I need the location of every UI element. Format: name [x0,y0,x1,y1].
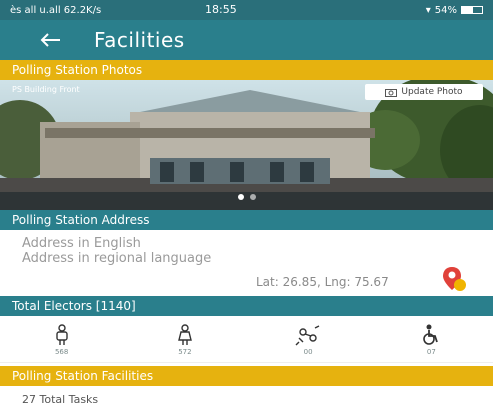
update-photo-button[interactable]: Update Photo [365,84,483,100]
address-english: Address in English [22,236,141,251]
section-header-facilities: Polling Station Facilities [0,366,493,386]
back-arrow-icon [40,33,60,47]
pager-dot[interactable] [250,194,256,200]
male-voter-icon [55,324,68,345]
app-bar: Facilities [0,20,493,60]
section-header-electors: Total Electors [1140] [0,296,493,316]
photo-pager [238,194,256,200]
address-block: Address in English Address in regional l… [0,230,493,291]
voter-item-third-gender: 00 [273,324,343,356]
voter-count: 572 [178,348,192,356]
status-time: 18:55 [205,3,237,16]
voters-row: 568 572 00 07 [0,318,493,363]
address-regional: Address in regional language [22,251,212,266]
map-pin-button[interactable] [441,266,467,296]
lat-lng-text: Lat: 26.85, Lng: 75.67 [256,275,389,289]
battery-percent: 54% [434,4,457,16]
voter-item-female: 572 [150,324,220,356]
polling-station-photo[interactable]: PS Building Front Update Photo [0,80,493,210]
voter-count: 568 [54,348,69,356]
battery-icon [461,6,483,14]
status-bar: ès all u.all 62.2K/s 18:55 ▾ 54% [0,0,493,20]
photo-caption: PS Building Front [12,85,80,94]
status-left-text: ès all u.all 62.2K/s [10,4,102,16]
section-header-address: Polling Station Address [0,210,493,230]
voter-item-male: 568 [27,324,97,356]
map-pin-icon [443,267,466,291]
third-gender-icon [295,325,320,346]
camera-icon [385,88,398,97]
update-photo-label: Update Photo [401,87,463,97]
pager-dot[interactable] [238,194,244,200]
disabled-voter-icon [423,324,439,345]
voter-count: 07 [426,348,436,356]
facilities-summary: 27 Total Tasks [22,393,99,406]
female-voter-icon [177,324,192,345]
wifi-icon: ▾ [425,4,431,16]
back-button[interactable] [30,20,70,60]
voter-item-disabled: 07 [396,324,466,356]
voter-count: 00 [303,348,313,356]
section-header-photos: Polling Station Photos [0,60,493,80]
page-title: Facilities [94,28,185,52]
status-right: ▾ 54% [426,5,483,16]
